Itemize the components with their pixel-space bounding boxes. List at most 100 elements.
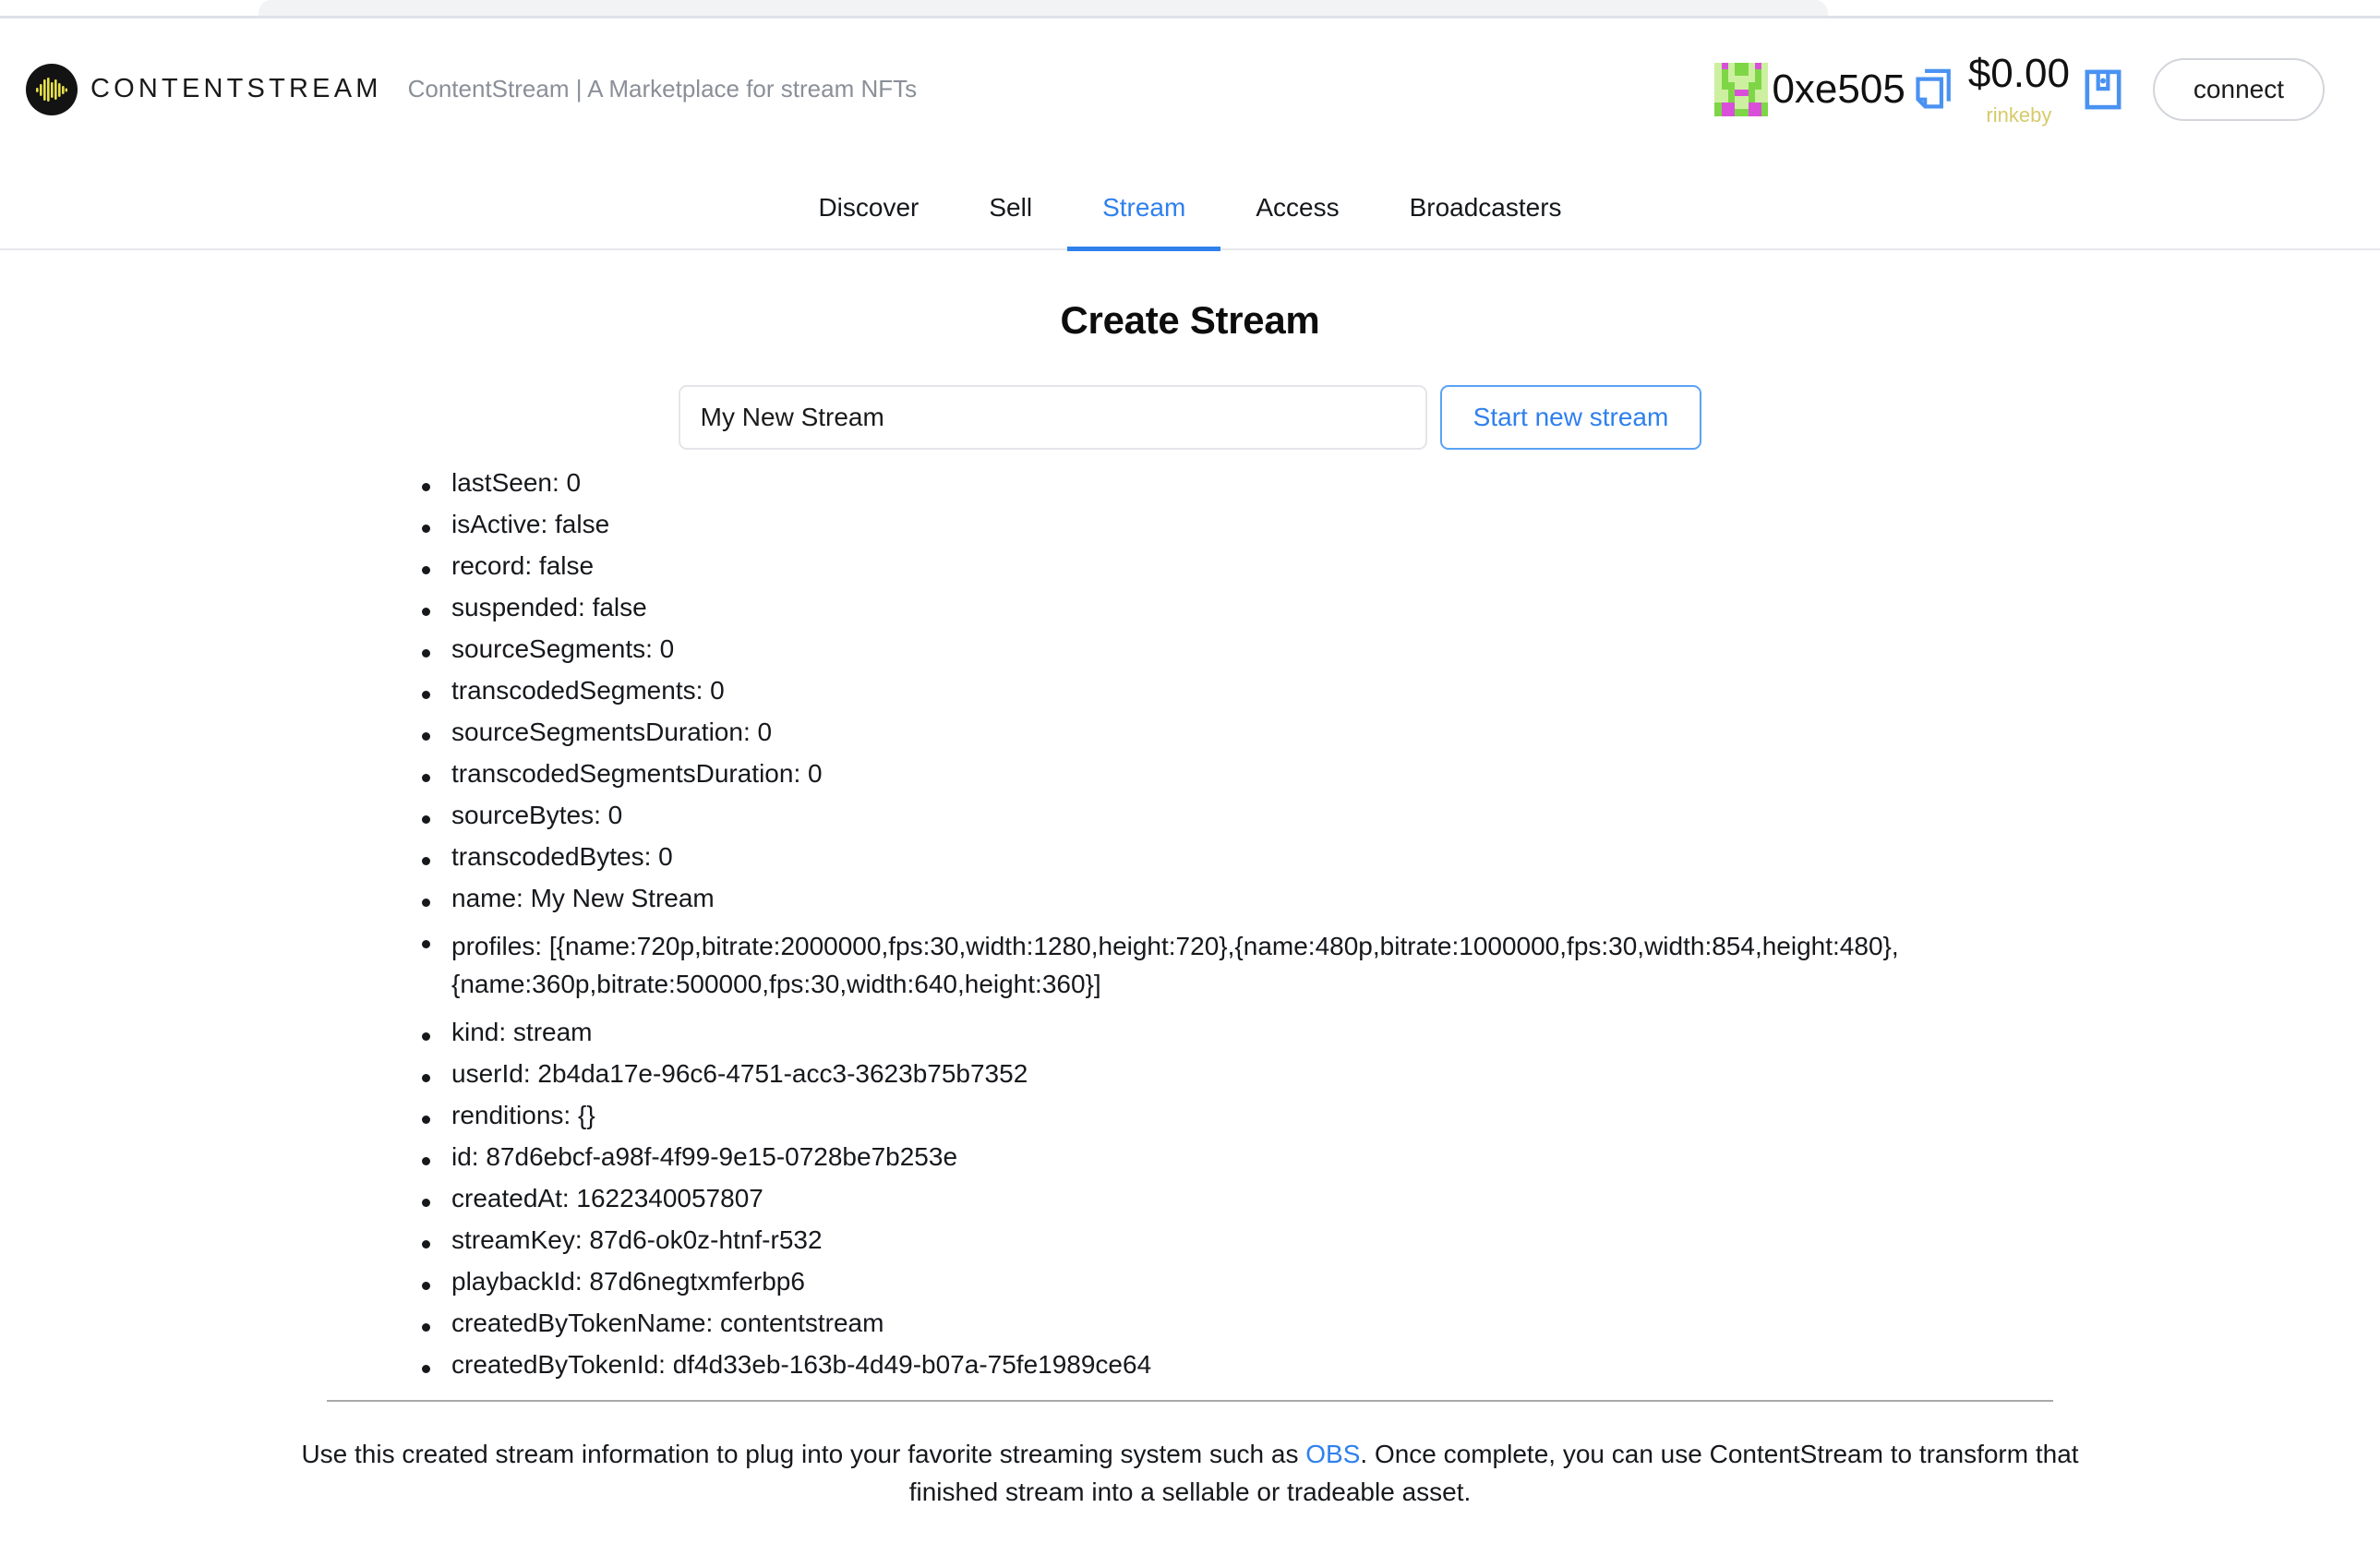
avatar-cell <box>1714 76 1722 83</box>
avatar-cell <box>1727 76 1736 83</box>
avatar-cell <box>1714 109 1722 116</box>
nav-item-access[interactable]: Access <box>1220 193 1374 251</box>
copy-icon[interactable] <box>1905 68 1963 111</box>
avatar-cell <box>1714 68 1722 76</box>
balance-block: $0.00 rinkeby <box>1967 50 2070 127</box>
brand-wordmark: CONTENTSTREAM <box>90 74 382 103</box>
avatar-cell <box>1754 68 1762 76</box>
stream-info-item: sourceSegments: 0 <box>413 636 2242 662</box>
footer-note: Use this created stream information to p… <box>281 1435 2099 1512</box>
avatar-cell <box>1741 68 1749 76</box>
avatar-cell <box>1727 62 1736 69</box>
stream-info-item: playbackId: 87d6negtxmferbp6 <box>413 1268 2242 1295</box>
stream-info-item: userId: 2b4da17e-96c6-4751-acc3-3623b75b… <box>413 1060 2242 1087</box>
avatar-cell <box>1714 62 1722 69</box>
avatar-cell <box>1721 103 1728 110</box>
avatar-cell <box>1754 76 1762 83</box>
avatar-cell <box>1748 95 1755 103</box>
avatar-cell <box>1735 89 1742 96</box>
avatar-cell <box>1741 109 1749 116</box>
avatar-cell <box>1735 95 1742 103</box>
site-header: CONTENTSTREAM ContentStream | A Marketpl… <box>0 18 2380 160</box>
avatar-cell <box>1761 68 1769 76</box>
avatar-cell <box>1714 89 1722 96</box>
main-nav: Discover Sell Stream Access Broadcasters <box>0 160 2380 251</box>
avatar-cell <box>1721 76 1728 83</box>
stream-info-item: transcodedSegmentsDuration: 0 <box>413 761 2242 787</box>
avatar-cell <box>1754 103 1762 110</box>
balance-amount: $0.00 <box>1967 50 2070 96</box>
avatar-cell <box>1748 82 1755 90</box>
avatar-cell <box>1727 82 1736 90</box>
avatar-cell <box>1748 76 1755 83</box>
stream-info-item: createdByTokenName: contentstream <box>413 1309 2242 1336</box>
browser-chrome <box>0 0 2380 18</box>
avatar-cell <box>1727 103 1736 110</box>
avatar-cell <box>1748 68 1755 76</box>
avatar-cell <box>1761 89 1769 96</box>
stream-info-item: sourceBytes: 0 <box>413 802 2242 828</box>
avatar-cell <box>1721 95 1728 103</box>
obs-link[interactable]: OBS <box>1305 1440 1360 1468</box>
avatar-cell <box>1741 95 1749 103</box>
stream-info-item: transcodedSegments: 0 <box>413 678 2242 704</box>
footer-divider <box>327 1399 2053 1402</box>
stream-info-item: isActive: false <box>413 512 2242 537</box>
stream-info-item: createdByTokenId: df4d33eb-163b-4d49-b07… <box>413 1351 2242 1378</box>
avatar-cell <box>1721 82 1728 90</box>
avatar-cell <box>1754 89 1762 96</box>
avatar-cell <box>1727 89 1736 96</box>
avatar-cell <box>1761 103 1769 110</box>
brand[interactable]: CONTENTSTREAM <box>26 63 382 115</box>
stream-info-item: profiles: [{name:720p,bitrate:2000000,fp… <box>413 927 2242 1004</box>
avatar-cell <box>1761 62 1769 69</box>
avatar-cell <box>1735 109 1742 116</box>
nav-item-broadcasters[interactable]: Broadcasters <box>1375 193 1597 251</box>
stream-info-list: lastSeen: 0 isActive: false record: false s… <box>138 470 2242 1378</box>
avatar-cell <box>1748 103 1755 110</box>
avatar-cell <box>1754 95 1762 103</box>
avatar-cell <box>1741 76 1749 83</box>
avatar-cell <box>1761 76 1769 83</box>
create-stream-row: Start new stream <box>0 385 2380 450</box>
audio-waveform-icon <box>26 63 78 115</box>
avatar-cell <box>1727 95 1736 103</box>
nav-list: Discover Sell Stream Access Broadcasters <box>783 193 1597 251</box>
stream-info-item: streamKey: 87d6-ok0z-htnf-r532 <box>413 1226 2242 1253</box>
avatar-cell <box>1754 62 1762 69</box>
stream-name-input[interactable] <box>678 385 1427 450</box>
avatar-cell <box>1721 109 1728 116</box>
avatar-cell <box>1735 82 1742 90</box>
avatar <box>1714 62 1769 116</box>
avatar-cell <box>1735 103 1742 110</box>
avatar-cell <box>1748 62 1755 69</box>
nav-item-discover[interactable]: Discover <box>783 193 954 251</box>
stream-info-item: name: My New Stream <box>413 886 2242 911</box>
stream-info-item: sourceSegmentsDuration: 0 <box>413 719 2242 745</box>
stream-info-item: transcodedBytes: 0 <box>413 844 2242 870</box>
stream-info-item: lastSeen: 0 <box>413 470 2242 496</box>
nav-item-stream[interactable]: Stream <box>1067 193 1221 251</box>
browser-tab[interactable] <box>258 0 1828 16</box>
avatar-cell <box>1741 62 1749 69</box>
wallet-save-icon[interactable] <box>2075 68 2131 111</box>
avatar-cell <box>1727 68 1736 76</box>
connect-button[interactable]: connect <box>2152 57 2325 121</box>
avatar-cell <box>1735 76 1742 83</box>
nav-item-sell[interactable]: Sell <box>954 193 1067 251</box>
stream-info-item: renditions: {} <box>413 1102 2242 1128</box>
avatar-cell <box>1761 95 1769 103</box>
avatar-cell <box>1741 89 1749 96</box>
stream-info-item: kind: stream <box>413 1019 2242 1045</box>
header-right-cluster: 0xe505 $0.00 rinkeby connect <box>1714 50 2325 127</box>
start-new-stream-button[interactable]: Start new stream <box>1439 385 1702 450</box>
wallet-address: 0xe505 <box>1772 66 1905 112</box>
avatar-cell <box>1741 82 1749 90</box>
stream-info-item: createdAt: 1622340057807 <box>413 1185 2242 1212</box>
avatar-cell <box>1714 82 1722 90</box>
avatar-cell <box>1721 68 1728 76</box>
network-label: rinkeby <box>1986 103 2052 127</box>
stream-info-item: id: 87d6ebcf-a98f-4f99-9e15-0728be7b253e <box>413 1143 2242 1170</box>
stream-info-item: record: false <box>413 553 2242 579</box>
footer-text-before: Use this created stream information to p… <box>301 1439 1306 1468</box>
